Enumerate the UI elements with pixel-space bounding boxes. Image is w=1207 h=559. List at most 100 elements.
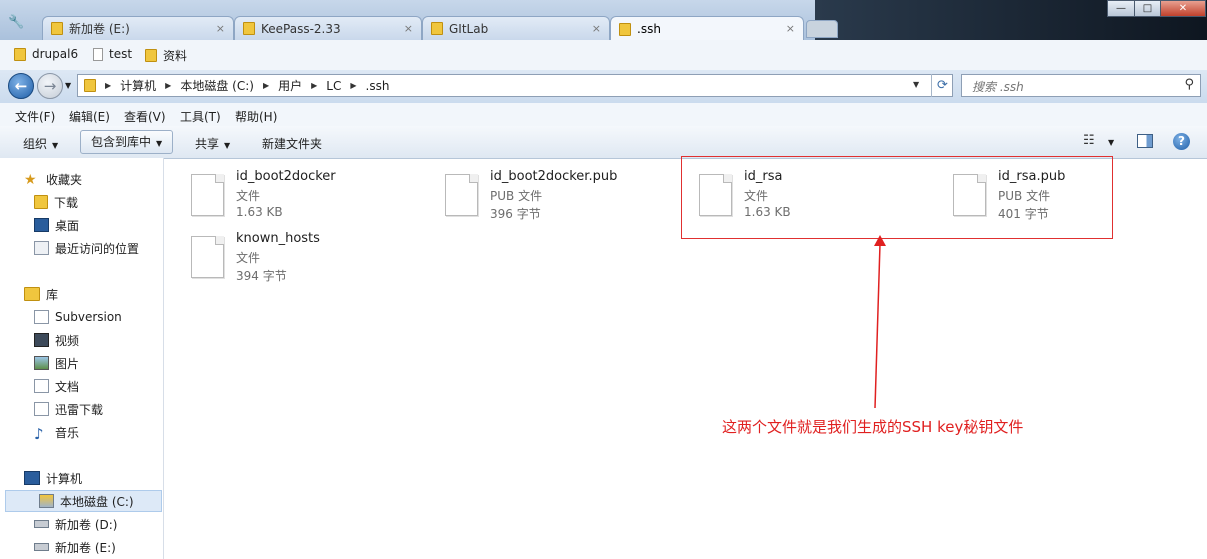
sidebar-computer[interactable]: 计算机 — [0, 467, 162, 489]
sidebar-libraries[interactable]: 库 — [0, 283, 162, 305]
close-window-button[interactable]: ✕ — [1160, 0, 1206, 17]
tab-gitlab[interactable]: GItLab × — [422, 16, 610, 40]
library-icon — [24, 287, 40, 301]
file-icon — [93, 47, 103, 61]
file-type: PUB 文件 — [490, 189, 543, 203]
bookmark-drupal6[interactable]: drupal6 — [14, 47, 78, 61]
sidebar-favorites[interactable]: ★ 收藏夹 — [0, 168, 162, 190]
close-icon[interactable]: × — [592, 22, 601, 35]
folder-icon — [14, 47, 26, 61]
tab-label: .ssh — [637, 22, 661, 36]
breadcrumb-arrow-icon[interactable]: ▶ — [165, 81, 171, 90]
share-button[interactable]: 共享 ▼ — [195, 135, 230, 152]
breadcrumb-arrow-icon[interactable]: ▶ — [350, 81, 356, 90]
sidebar-item-documents[interactable]: 文档 — [0, 375, 162, 397]
organize-button[interactable]: 组织 ▼ — [23, 135, 58, 152]
include-library-button[interactable]: 包含到库中 ▼ — [80, 130, 174, 154]
help-icon[interactable]: ? — [1173, 133, 1190, 150]
file-type: 文件 — [236, 189, 261, 203]
file-icon — [445, 174, 478, 216]
sidebar-item-label: 新加卷 (E:) — [55, 540, 116, 555]
search-icon[interactable]: ⚲ — [1184, 77, 1194, 92]
annotation-arrow — [874, 235, 886, 409]
address-bar[interactable]: ▶ 计算机 ▶ 本地磁盘 (C:) ▶ 用户 ▶ LC ▶ .ssh — [77, 74, 953, 97]
sidebar-item-videos[interactable]: 视频 — [0, 329, 162, 351]
music-icon: ♪ — [34, 425, 44, 443]
sidebar-item-subversion[interactable]: Subversion — [0, 306, 162, 328]
breadcrumb-ssh[interactable]: .ssh — [366, 79, 390, 93]
chevron-down-icon: ▼ — [224, 141, 231, 150]
file-name: id_boot2docker.pub — [490, 169, 618, 184]
breadcrumb-arrow-icon[interactable]: ▶ — [311, 81, 317, 90]
sidebar-item-label: 新加卷 (D:) — [55, 517, 118, 532]
preview-pane-icon[interactable] — [1137, 134, 1153, 148]
view-options-icon[interactable]: ☷ — [1083, 133, 1095, 148]
highlight-box — [681, 156, 1113, 239]
chevron-down-icon: ▼ — [52, 141, 59, 150]
sidebar-item-label: 本地磁盘 (C:) — [60, 494, 134, 509]
sidebar-item-label: 桌面 — [55, 218, 80, 233]
address-dropdown-icon[interactable]: ▼ — [913, 80, 919, 89]
sidebar-item-label: 迅雷下载 — [55, 402, 104, 417]
file-name: id_boot2docker — [236, 169, 336, 184]
breadcrumb-arrow-icon[interactable]: ▶ — [105, 81, 111, 90]
share-label: 共享 — [195, 137, 220, 151]
close-icon[interactable]: × — [404, 22, 413, 35]
menu-help[interactable]: 帮助(H) — [235, 108, 277, 125]
menu-tools[interactable]: 工具(T) — [180, 108, 221, 125]
new-folder-button[interactable]: 新建文件夹 — [262, 135, 322, 152]
breadcrumb-local-disk[interactable]: 本地磁盘 (C:) — [180, 77, 254, 94]
folder-icon — [243, 22, 255, 35]
chevron-down-icon: ▼ — [156, 139, 163, 148]
wrench-icon[interactable]: 🔧 — [8, 15, 24, 30]
file-name: known_hosts — [236, 231, 320, 246]
sidebar-item-label: 文档 — [55, 379, 80, 394]
history-dropdown-icon[interactable]: ▼ — [65, 81, 71, 90]
breadcrumb-arrow-icon[interactable]: ▶ — [263, 81, 269, 90]
file-size: 1.63 KB — [236, 205, 283, 219]
sidebar-item-music[interactable]: ♪ 音乐 — [0, 421, 162, 443]
navigation-bar: ← → ▼ ▶ 计算机 ▶ 本地磁盘 (C:) ▶ 用户 ▶ LC ▶ .ssh… — [0, 70, 1207, 103]
pictures-icon — [34, 356, 49, 370]
tab-label: GItLab — [449, 21, 489, 36]
refresh-icon[interactable]: ⟳ — [931, 74, 953, 97]
forward-button[interactable]: → — [37, 73, 63, 99]
file-icon — [191, 174, 224, 216]
menu-file[interactable]: 文件(F) — [15, 108, 55, 125]
tab-ssh[interactable]: .ssh × — [610, 16, 804, 41]
sidebar-item-label: 音乐 — [55, 425, 80, 440]
sidebar-item-volume-e[interactable]: 新加卷 (E:) — [0, 536, 162, 558]
sidebar-item-downloads[interactable]: 下载 — [0, 191, 162, 213]
tab-keepass[interactable]: KeePass-2.33 × — [234, 16, 422, 40]
menu-view[interactable]: 查看(V) — [124, 108, 166, 125]
new-tab-button[interactable] — [806, 20, 838, 38]
minimize-button[interactable]: — — [1107, 0, 1135, 17]
sidebar-item-xunlei[interactable]: 迅雷下载 — [0, 398, 162, 420]
tab-new-volume-e[interactable]: 新加卷 (E:) × — [42, 16, 234, 40]
breadcrumb-lc[interactable]: LC — [326, 79, 341, 93]
breadcrumb-computer[interactable]: 计算机 — [120, 77, 156, 94]
drive-icon — [34, 520, 49, 528]
menu-bar: 文件(F) 编辑(E) 查看(V) 工具(T) 帮助(H) — [0, 103, 1207, 127]
back-button[interactable]: ← — [8, 73, 34, 99]
sidebar-item-label: Subversion — [55, 310, 122, 324]
maximize-button[interactable]: □ — [1134, 0, 1161, 17]
menu-edit[interactable]: 编辑(E) — [69, 108, 110, 125]
sidebar-item-desktop[interactable]: 桌面 — [0, 214, 162, 236]
sidebar-item-recent-places[interactable]: 最近访问的位置 — [0, 237, 162, 259]
search-input[interactable] — [962, 75, 1184, 98]
sidebar-item-pictures[interactable]: 图片 — [0, 352, 162, 374]
bookmark-ziliao[interactable]: 资料 — [145, 47, 187, 64]
close-icon[interactable]: × — [216, 22, 225, 35]
tab-strip: 🔧 新加卷 (E:) × KeePass-2.33 × GItLab × .ss… — [0, 0, 1207, 41]
view-dropdown-icon[interactable]: ▼ — [1108, 138, 1114, 147]
tab-label: 新加卷 (E:) — [69, 22, 130, 36]
sidebar-section-label: 库 — [46, 287, 59, 302]
document-library-icon — [34, 310, 49, 324]
bookmark-test[interactable]: test — [93, 47, 132, 61]
sidebar-item-local-disk-c[interactable]: 本地磁盘 (C:) — [5, 490, 162, 512]
recent-places-icon — [34, 241, 49, 255]
close-icon[interactable]: × — [786, 22, 795, 35]
breadcrumb-users[interactable]: 用户 — [278, 77, 302, 94]
sidebar-item-volume-d[interactable]: 新加卷 (D:) — [0, 513, 162, 535]
